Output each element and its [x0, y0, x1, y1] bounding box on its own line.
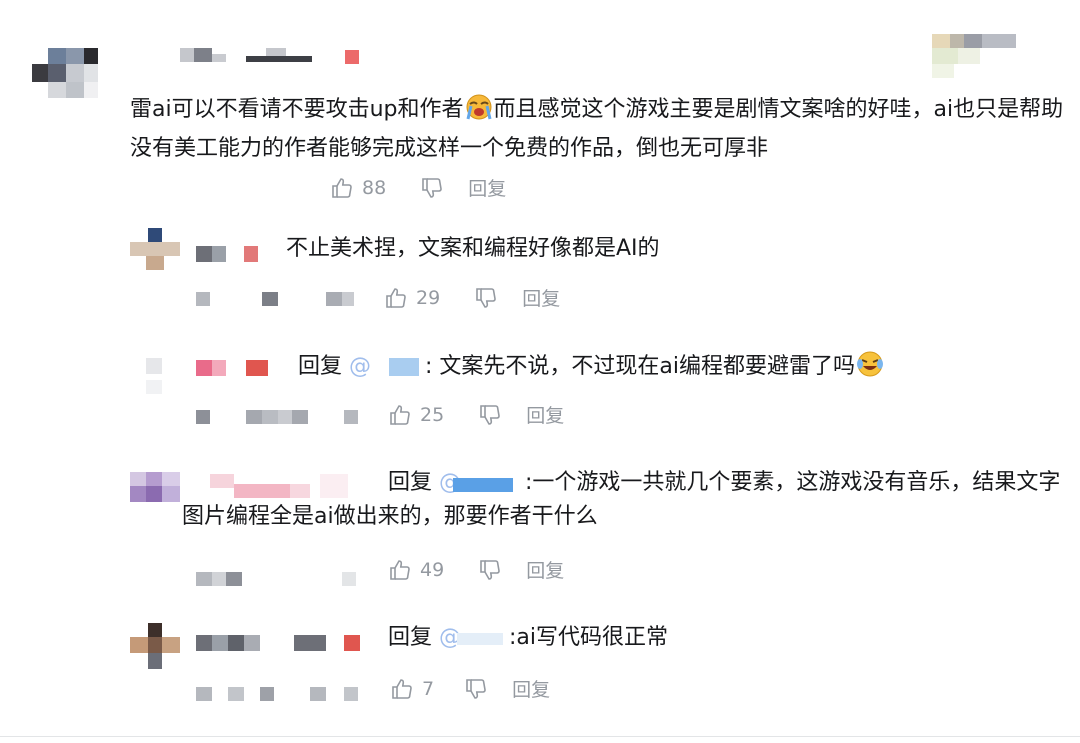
- reply-meta-blur: [196, 687, 366, 703]
- reply-meta-blur: [196, 572, 366, 588]
- comment-text-part1: 雷ai可以不看请不要攻击up和作者: [130, 97, 464, 122]
- like-count: 49: [420, 558, 445, 581]
- thumb-down-icon[interactable]: [474, 286, 498, 310]
- comment-item: 雷ai可以不看请不要攻击up和作者 而且感觉这个游戏主要是剧情文案啥的好哇，ai也…: [0, 0, 1080, 210]
- avatar[interactable]: [130, 623, 180, 673]
- reply-item: 不止美术捏，文案和编程好像都是AI的 29 回复: [0, 220, 1080, 320]
- reply-button[interactable]: 回复: [522, 284, 560, 311]
- reply-body: :一个游戏一共就几个要素，这游戏没有音乐，结果文字图片编程全是ai做出来的，那要…: [182, 470, 1061, 529]
- reply-text: 不止美术捏，文案和编程好像都是AI的: [286, 236, 660, 261]
- reply-prefix: 回复: [388, 625, 433, 650]
- reply-button[interactable]: 回复: [512, 675, 550, 702]
- avatar[interactable]: [130, 228, 180, 276]
- username[interactable]: [196, 246, 266, 264]
- reply-text: 回复 @ :ai写代码很正常: [388, 621, 668, 655]
- reply-text: 回复 @ :一个游戏一共就几个要素，这游戏没有音乐，结果文字图片编程全是ai做出…: [182, 466, 1062, 534]
- reply-item: 回复 @ :一个游戏一共就几个要素，这游戏没有音乐，结果文字图片编程全是ai做出…: [0, 462, 1080, 597]
- crying-emoji-icon: [464, 93, 494, 132]
- thumb-up-icon[interactable]: [390, 677, 414, 701]
- reply-actions: 7 回复: [390, 675, 550, 702]
- avatar[interactable]: [146, 358, 166, 398]
- reply-actions: 25 回复: [388, 401, 564, 428]
- reply-prefix: 回复: [298, 354, 343, 379]
- reply-text: 回复 @ : 文案先不说，不过现在ai编程都要避雷了吗: [298, 350, 885, 389]
- mention-link[interactable]: @: [349, 350, 425, 384]
- thumb-down-icon[interactable]: [478, 558, 502, 582]
- reply-meta-blur: [196, 410, 366, 426]
- thumb-up-icon[interactable]: [388, 403, 412, 427]
- reply-actions: 49 回复: [388, 556, 564, 583]
- fan-badge: [932, 34, 1016, 78]
- thumb-up-icon[interactable]: [388, 558, 412, 582]
- thumb-up-icon[interactable]: [330, 176, 354, 200]
- reply-prefix: 回复: [388, 470, 433, 495]
- username[interactable]: [196, 360, 276, 378]
- comment-text: 雷ai可以不看请不要攻击up和作者 而且感觉这个游戏主要是剧情文案啥的好哇，ai也…: [130, 93, 1065, 166]
- avatar[interactable]: [130, 472, 184, 512]
- thumb-down-icon[interactable]: [478, 403, 502, 427]
- like-count: 7: [422, 677, 435, 700]
- username[interactable]: [196, 635, 366, 653]
- thumb-up-icon[interactable]: [384, 286, 408, 310]
- comment-actions: 88 回复: [330, 174, 506, 201]
- divider: [0, 736, 1080, 737]
- avatar[interactable]: [32, 45, 98, 101]
- reply-actions: 29 回复: [384, 284, 560, 311]
- thumb-down-icon[interactable]: [464, 677, 488, 701]
- reply-button[interactable]: 回复: [468, 174, 506, 201]
- reply-body: : 文案先不说，不过现在ai编程都要避雷了吗: [425, 354, 856, 379]
- mention-link[interactable]: @: [439, 621, 509, 655]
- reply-item: 回复 @ :ai写代码很正常 7 回复: [0, 615, 1080, 715]
- reply-button[interactable]: 回复: [526, 556, 564, 583]
- reply-meta-blur: [196, 292, 366, 308]
- reply-body: :ai写代码很正常: [509, 625, 669, 650]
- like-count: 29: [416, 286, 441, 309]
- thumb-down-icon[interactable]: [420, 176, 444, 200]
- laughing-crying-emoji-icon: [855, 350, 885, 389]
- level-badge: [345, 50, 359, 64]
- like-count: 25: [420, 403, 445, 426]
- reply-button[interactable]: 回复: [526, 401, 564, 428]
- reply-item: 回复 @ : 文案先不说，不过现在ai编程都要避雷了吗 25 回复: [0, 340, 1080, 440]
- mention-link[interactable]: @: [439, 466, 525, 500]
- like-count: 88: [362, 176, 387, 199]
